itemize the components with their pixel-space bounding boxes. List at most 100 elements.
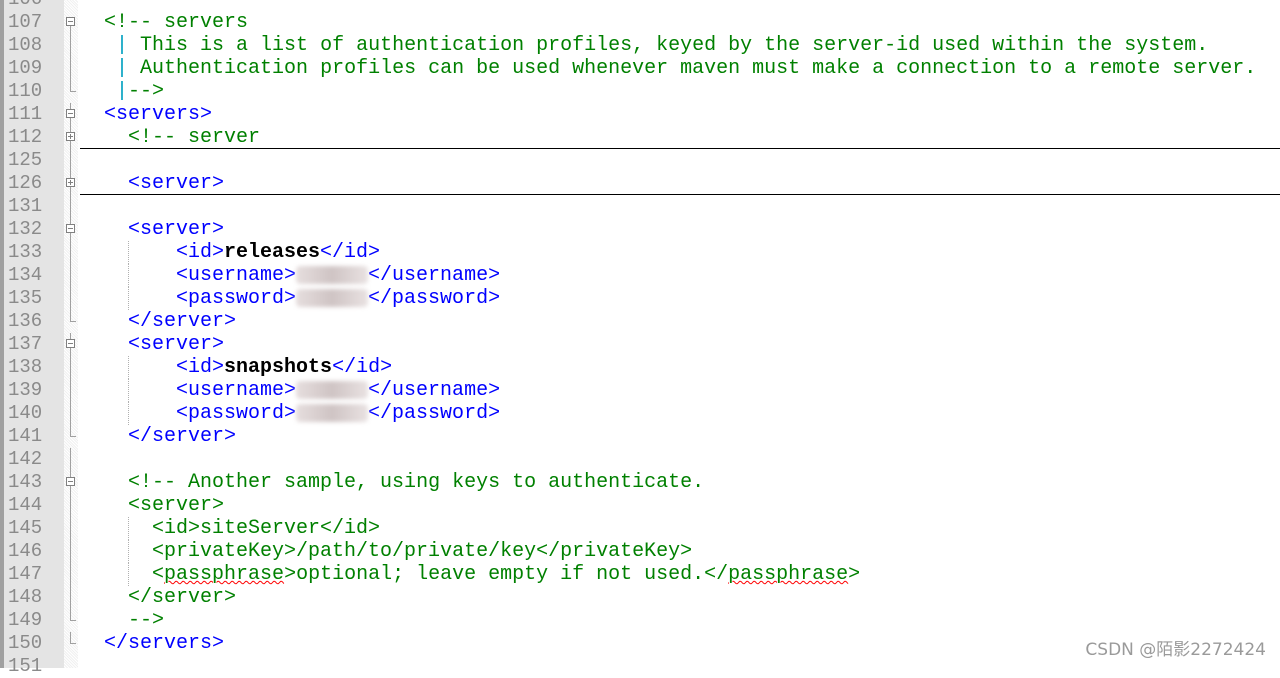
code-text: <username> </username>: [80, 264, 500, 287]
fold-tree-line: [70, 494, 71, 517]
code-line[interactable]: 111 <servers>: [0, 103, 1280, 126]
code-line[interactable]: 133 <id>releases</id>: [0, 241, 1280, 264]
code-line[interactable]: 135 <password> </password>: [0, 287, 1280, 310]
xml-value: snapshots: [224, 356, 333, 379]
fold-expand-icon[interactable]: [66, 132, 75, 141]
fold-tree-line: [70, 586, 71, 609]
xml-tag: <servers>: [104, 103, 213, 126]
code-line[interactable]: 139 <username> </username>: [0, 379, 1280, 402]
fold-tree-line: [70, 448, 71, 471]
line-number: 149: [8, 609, 43, 631]
fold-collapse-icon[interactable]: [66, 109, 75, 118]
code-line[interactable]: 108 | This is a list of authentication p…: [0, 34, 1280, 57]
code-line[interactable]: 144 <server>: [0, 494, 1280, 517]
code-text: <server>: [80, 333, 224, 356]
fold-expand-icon[interactable]: [66, 178, 75, 187]
fold-collapse-icon[interactable]: [66, 224, 75, 233]
line-number: 107: [8, 11, 43, 33]
code-text: -->: [80, 609, 164, 632]
redacted-credential: [296, 288, 369, 307]
code-text: <passphrase>optional; leave empty if not…: [80, 563, 860, 586]
code-text: </server>: [80, 586, 236, 609]
code-line[interactable]: 107 <!-- servers: [0, 11, 1280, 34]
code-text: <id>siteServer</id>: [80, 517, 380, 540]
code-line[interactable]: 138 <id>snapshots</id>: [0, 356, 1280, 379]
code-line[interactable]: 143 <!-- Another sample, using keys to a…: [0, 471, 1280, 494]
code-line[interactable]: 112 <!-- server: [0, 126, 1280, 149]
code-token: |: [116, 80, 129, 103]
redacted-credential: [296, 265, 369, 284]
fold-collapse-icon[interactable]: [66, 339, 75, 348]
line-number: 147: [8, 563, 43, 585]
code-line[interactable]: 110 |-->: [0, 80, 1280, 103]
xml-tag: <id>: [176, 356, 225, 379]
fold-end-marker: [70, 436, 76, 437]
fold-tree-line: [70, 517, 71, 540]
fold-end-marker: [70, 643, 76, 644]
code-text: </server>: [80, 425, 236, 448]
code-text: </servers>: [80, 632, 224, 655]
code-lines[interactable]: 106107 <!-- servers108 | This is a list …: [0, 0, 1280, 678]
code-editor[interactable]: 106107 <!-- servers108 | This is a list …: [0, 0, 1280, 677]
fold-tree-line: [70, 379, 71, 402]
code-line[interactable]: 145 <id>siteServer</id>: [0, 517, 1280, 540]
code-line[interactable]: 126 <server>: [0, 172, 1280, 195]
xml-comment: <: [152, 563, 165, 586]
code-line[interactable]: 148 </server>: [0, 586, 1280, 609]
xml-tag: </server>: [128, 310, 237, 333]
xml-comment: <!-- Another sample, using keys to authe…: [128, 471, 705, 494]
xml-comment: -->: [128, 609, 165, 632]
code-token: |: [116, 34, 129, 57]
xml-tag: <id>: [176, 241, 225, 264]
fold-end-marker: [70, 620, 76, 621]
line-number: 140: [8, 402, 43, 424]
code-text: <privateKey>/path/to/private/key</privat…: [80, 540, 692, 563]
code-text: <password> </password>: [80, 287, 500, 310]
fold-collapse-icon[interactable]: [66, 477, 75, 486]
fold-tree-line: [70, 195, 71, 218]
code-line[interactable]: 134 <username> </username>: [0, 264, 1280, 287]
xml-tag: <password>: [176, 402, 297, 425]
code-text: <password> </password>: [80, 402, 500, 425]
code-token: |: [116, 57, 129, 80]
code-line[interactable]: 136 </server>: [0, 310, 1280, 333]
line-number: 136: [8, 310, 43, 332]
code-line[interactable]: 131: [0, 195, 1280, 218]
line-number: 132: [8, 218, 43, 240]
xml-tag: </password>: [368, 287, 501, 310]
line-number: 150: [8, 632, 43, 654]
xml-comment: </server>: [128, 586, 237, 609]
code-line[interactable]: 109 | Authentication profiles can be use…: [0, 57, 1280, 80]
code-line[interactable]: 147 <passphrase>optional; leave empty if…: [0, 563, 1280, 586]
code-text: <id>snapshots</id>: [80, 356, 392, 379]
xml-comment: <id>siteServer</id>: [152, 517, 381, 540]
fold-tree-line: [70, 241, 71, 264]
code-line[interactable]: 149 -->: [0, 609, 1280, 632]
fold-collapse-icon[interactable]: [66, 17, 75, 26]
code-line[interactable]: 141 </server>: [0, 425, 1280, 448]
code-line[interactable]: 140 <password> </password>: [0, 402, 1280, 425]
xml-comment: passphrase: [728, 563, 849, 586]
xml-comment: -->: [128, 80, 165, 103]
line-number: 142: [8, 448, 43, 470]
code-text: <server>: [80, 494, 224, 517]
code-line[interactable]: 137 <server>: [0, 333, 1280, 356]
code-line[interactable]: 106: [0, 0, 1280, 11]
code-line[interactable]: 125: [0, 149, 1280, 172]
code-line[interactable]: 142: [0, 448, 1280, 471]
code-line[interactable]: 146 <privateKey>/path/to/private/key</pr…: [0, 540, 1280, 563]
xml-tag: <server>: [128, 333, 225, 356]
xml-comment: This is a list of authentication profile…: [128, 34, 1209, 57]
fold-tree-line: [70, 57, 71, 80]
code-line[interactable]: 132 <server>: [0, 218, 1280, 241]
redacted-credential: [296, 380, 369, 399]
